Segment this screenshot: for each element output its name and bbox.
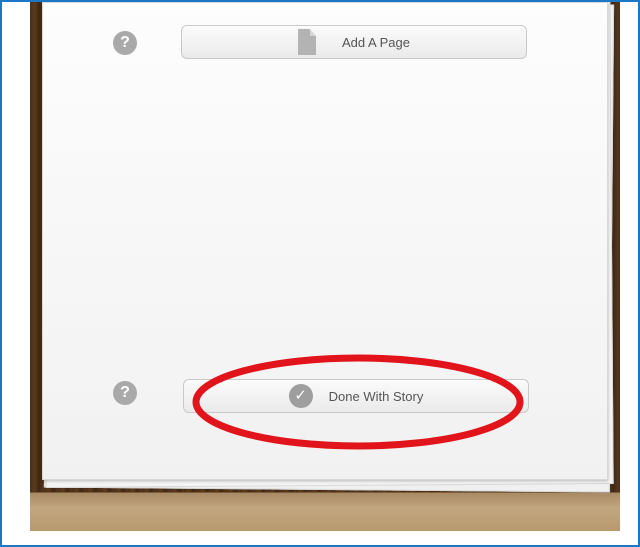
help-icon[interactable]: ? xyxy=(113,31,137,55)
add-page-button[interactable]: Add A Page xyxy=(181,25,527,59)
done-with-story-label: Done With Story xyxy=(328,388,424,404)
help-icon[interactable]: ? xyxy=(113,381,137,405)
add-page-label: Add A Page xyxy=(342,34,410,50)
done-with-story-button[interactable]: ✓ Done With Story xyxy=(183,379,529,413)
document-icon xyxy=(298,29,317,55)
paper-sheet-front: ? Add A Page ? ✓ Done With Story xyxy=(42,2,608,480)
checkmark-icon: ✓ xyxy=(288,384,313,408)
screenshot-frame: ? Add A Page ? ✓ Done With Story xyxy=(0,0,640,547)
wooden-ledge xyxy=(30,492,620,531)
